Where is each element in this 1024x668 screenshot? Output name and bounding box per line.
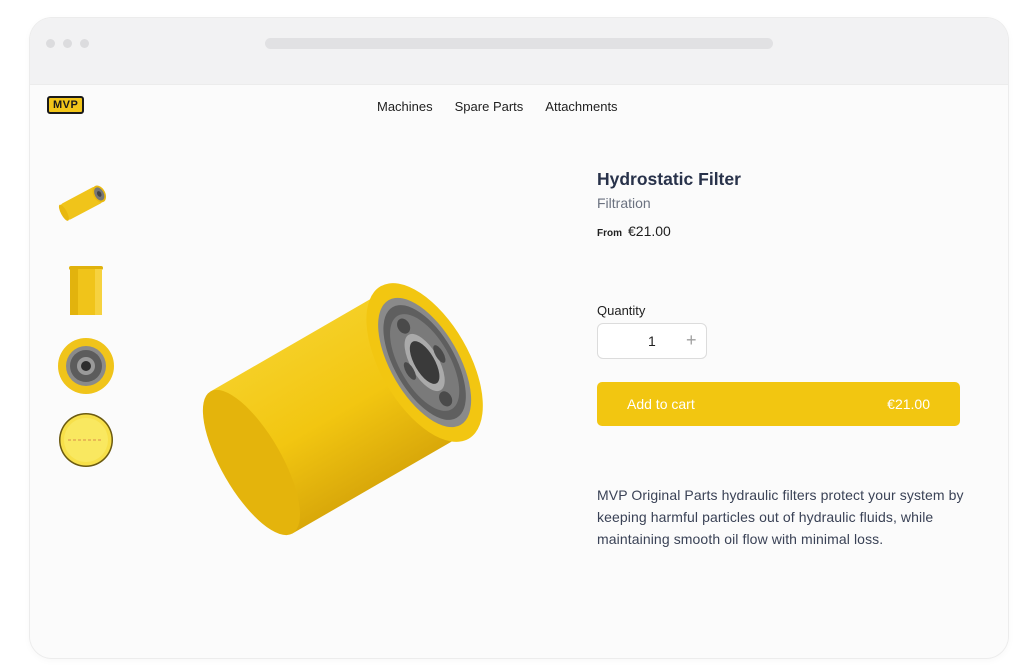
quantity-increment-button[interactable]: + bbox=[686, 330, 697, 350]
product-page: MVP Machines Spare Parts Attachments Hyd… bbox=[30, 85, 1008, 658]
quantity-value[interactable]: 1 bbox=[648, 333, 656, 349]
brand-logo[interactable]: MVP bbox=[47, 96, 85, 114]
product-main-image bbox=[202, 283, 483, 536]
window-close-dot[interactable] bbox=[46, 39, 55, 48]
add-to-cart-button[interactable]: Add to cart €21.00 bbox=[597, 382, 960, 426]
nav-item-attachments[interactable]: Attachments bbox=[545, 99, 617, 114]
filter-top-thumbnail-image bbox=[58, 338, 114, 394]
thumbnail-angled-view[interactable] bbox=[55, 170, 117, 232]
filter-angled-thumbnail-image bbox=[58, 185, 107, 221]
product-title: Hydrostatic Filter bbox=[597, 169, 741, 189]
address-bar[interactable] bbox=[265, 38, 773, 49]
main-nav: Machines Spare Parts Attachments bbox=[377, 99, 618, 114]
window-minimize-dot[interactable] bbox=[63, 39, 72, 48]
product-price: €21.00 bbox=[628, 223, 671, 239]
quantity-stepper[interactable]: 1 + bbox=[597, 323, 707, 359]
thumbnail-bottom-view[interactable] bbox=[55, 409, 117, 471]
quantity-label: Quantity bbox=[597, 303, 646, 318]
thumbnail-side-view[interactable] bbox=[55, 259, 117, 321]
nav-item-spare-parts[interactable]: Spare Parts bbox=[455, 99, 524, 114]
price-row: From €21.00 bbox=[597, 223, 671, 239]
product-description: MVP Original Parts hydraulic filters pro… bbox=[597, 487, 964, 547]
window-zoom-dot[interactable] bbox=[80, 39, 89, 48]
thumbnail-top-view[interactable] bbox=[55, 335, 117, 397]
filter-side-thumbnail-image bbox=[69, 266, 103, 315]
nav-item-machines[interactable]: Machines bbox=[377, 99, 433, 114]
price-prefix: From bbox=[597, 228, 622, 239]
browser-chrome bbox=[30, 18, 1008, 85]
filter-bottom-thumbnail-image bbox=[59, 413, 113, 467]
add-to-cart-label: Add to cart bbox=[627, 396, 695, 412]
product-category[interactable]: Filtration bbox=[597, 195, 651, 211]
add-to-cart-amount: €21.00 bbox=[887, 396, 930, 412]
browser-window: MVP Machines Spare Parts Attachments Hyd… bbox=[30, 18, 1008, 658]
